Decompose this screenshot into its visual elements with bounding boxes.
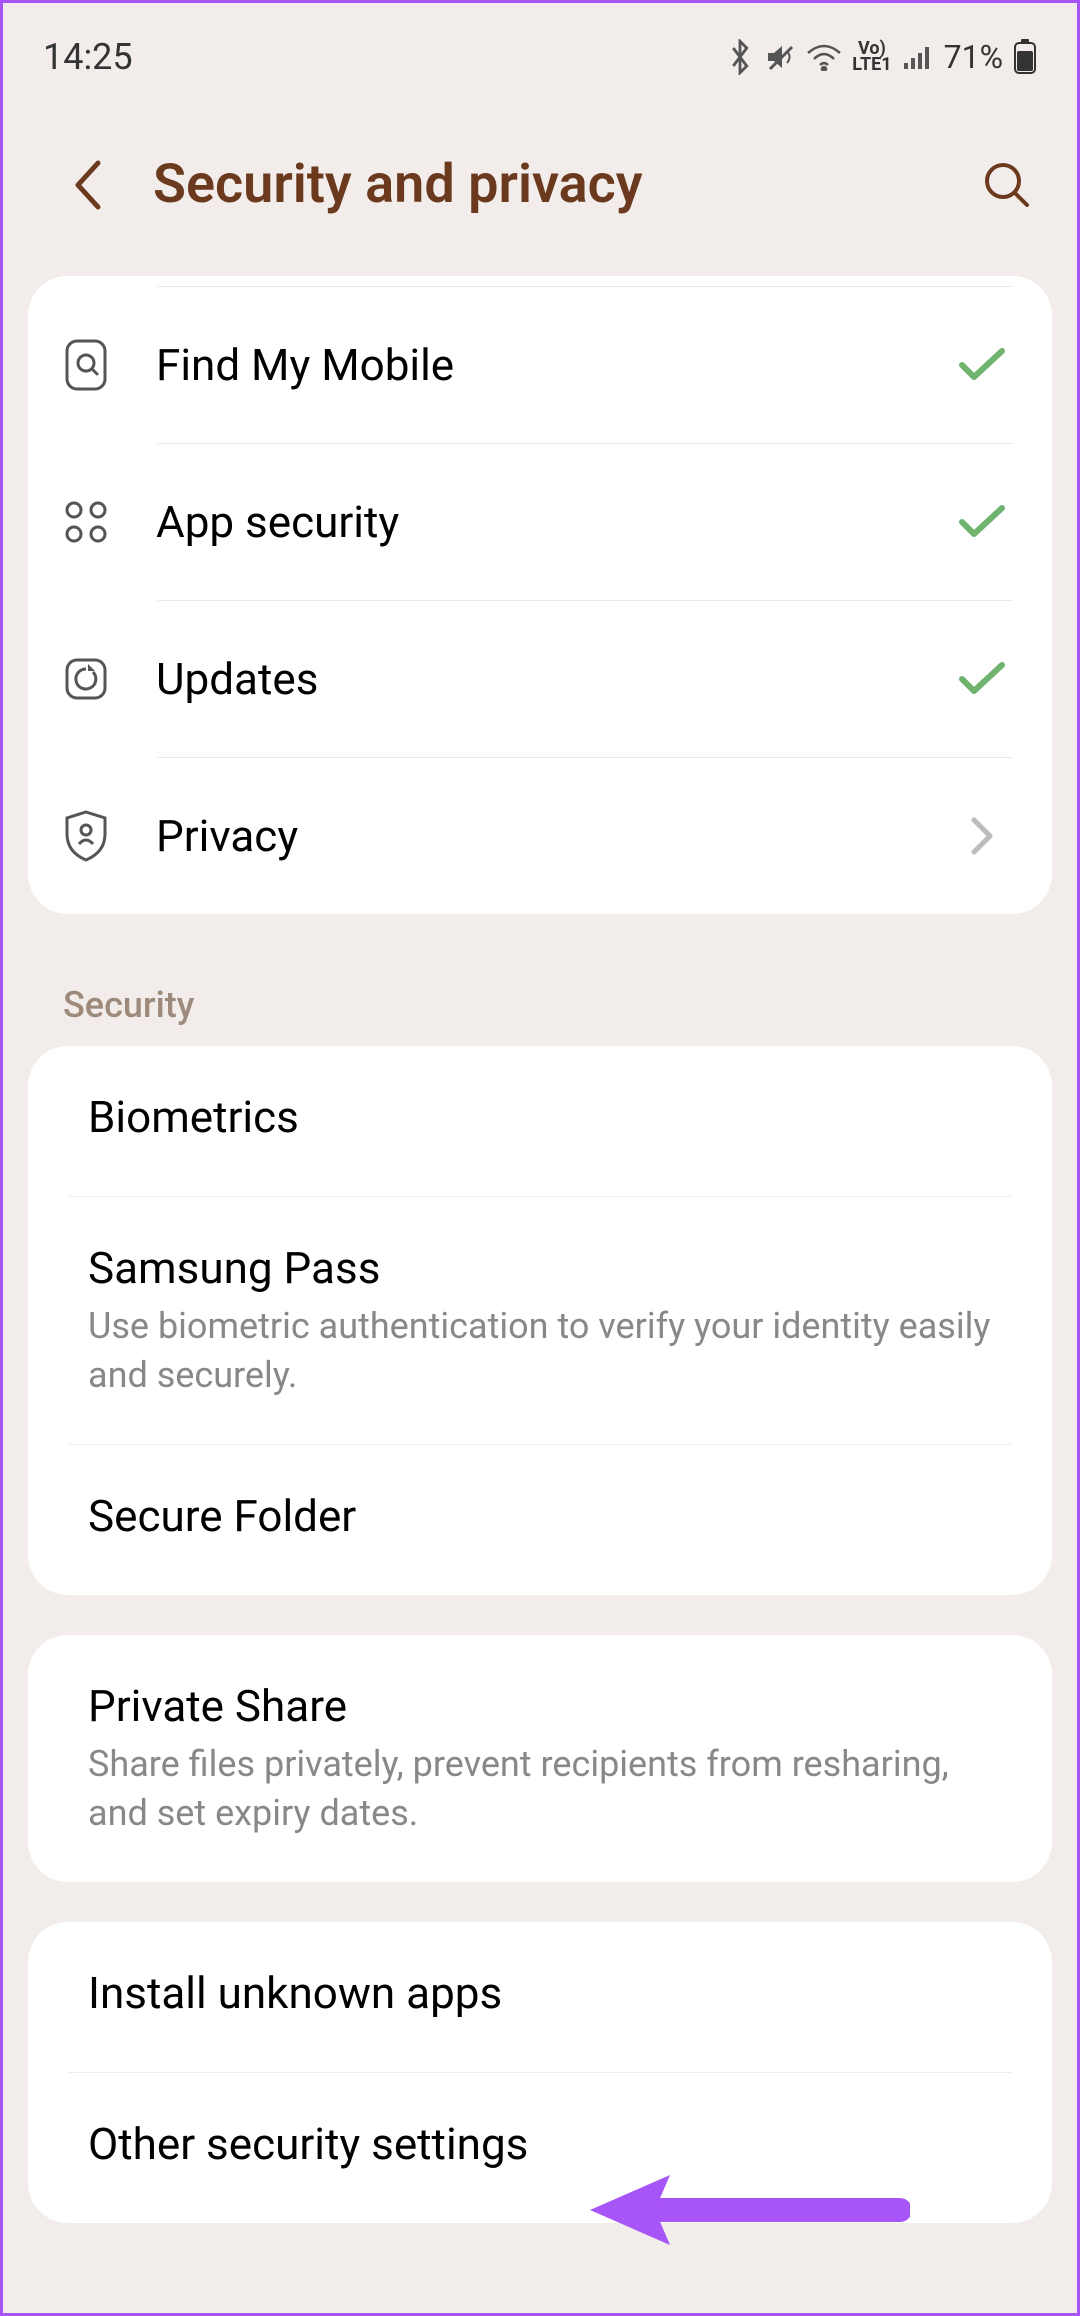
quick-label: Updates <box>156 653 952 705</box>
list-title: Biometrics <box>88 1091 992 1143</box>
quick-label: App security <box>156 496 952 548</box>
section-header-security: Security <box>3 954 1077 1046</box>
update-icon <box>56 649 116 709</box>
list-title: Samsung Pass <box>88 1242 992 1294</box>
list-item-biometrics[interactable]: Biometrics <box>28 1046 1052 1196</box>
security-group3-card: Install unknown apps Other security sett… <box>28 1922 1052 2223</box>
list-title: Private Share <box>88 1680 992 1732</box>
list-subtitle: Use biometric authentication to verify y… <box>88 1302 992 1399</box>
battery-percent: 71% <box>944 38 1003 76</box>
list-item-samsung-pass[interactable]: Samsung Pass Use biometric authenticatio… <box>28 1197 1052 1444</box>
list-item-secure-folder[interactable]: Secure Folder <box>28 1445 1052 1595</box>
mute-icon <box>764 41 796 73</box>
quick-item-privacy[interactable]: Privacy <box>28 758 1052 914</box>
security-group1-card: Biometrics Samsung Pass Use biometric au… <box>28 1046 1052 1595</box>
check-icon <box>952 649 1012 709</box>
list-item-other-security-settings[interactable]: Other security settings <box>28 2073 1052 2223</box>
signal-icon <box>902 43 934 71</box>
list-title: Other security settings <box>88 2118 992 2170</box>
status-time: 14:25 <box>43 36 133 78</box>
status-icons-group: Vo)LTE1 71% <box>726 38 1037 76</box>
bluetooth-icon <box>726 39 754 75</box>
list-subtitle: Share files privately, prevent recipient… <box>88 1740 992 1837</box>
quick-item-find-my-mobile[interactable]: Find My Mobile <box>28 287 1052 443</box>
list-title: Secure Folder <box>88 1490 992 1542</box>
page-title: Security and privacy <box>153 153 937 216</box>
quick-item-updates[interactable]: Updates <box>28 601 1052 757</box>
page-header: Security and privacy <box>3 93 1077 276</box>
privacy-shield-icon <box>56 806 116 866</box>
wifi-icon <box>806 43 842 71</box>
list-item-private-share[interactable]: Private Share Share files privately, pre… <box>28 1635 1052 1882</box>
quick-item-app-security[interactable]: App security <box>28 444 1052 600</box>
volte-icon: Vo)LTE1 <box>852 41 891 73</box>
status-bar: 14:25 Vo)LTE1 <box>3 3 1077 93</box>
apps-grid-icon <box>56 492 116 552</box>
quick-label: Find My Mobile <box>156 339 952 391</box>
security-group2-card: Private Share Share files privately, pre… <box>28 1635 1052 1882</box>
chevron-right-icon <box>952 806 1012 866</box>
list-title: Install unknown apps <box>88 1967 992 2019</box>
back-button[interactable] <box>63 160 113 210</box>
list-item-install-unknown-apps[interactable]: Install unknown apps <box>28 1922 1052 2072</box>
search-button[interactable] <box>977 155 1037 215</box>
quick-settings-card: Find My Mobile App security <box>28 276 1052 914</box>
battery-icon <box>1013 39 1037 75</box>
check-icon <box>952 492 1012 552</box>
quick-label: Privacy <box>156 810 952 862</box>
find-my-mobile-icon <box>56 335 116 395</box>
check-icon <box>952 335 1012 395</box>
